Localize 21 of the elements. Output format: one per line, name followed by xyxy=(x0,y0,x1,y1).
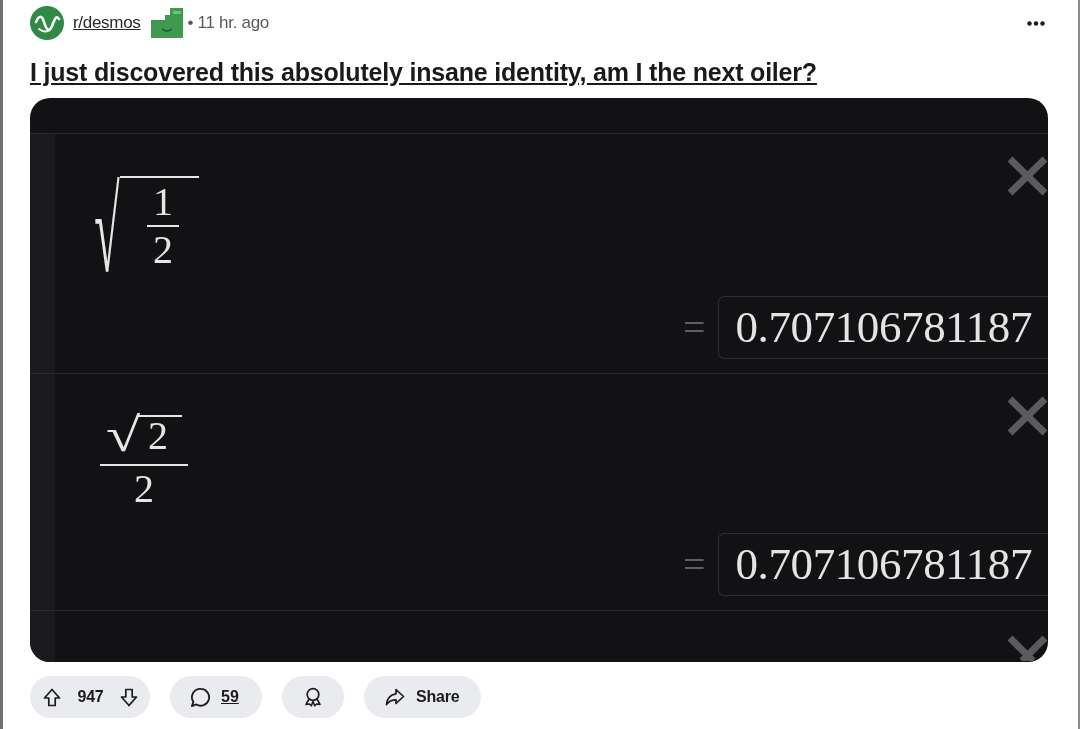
equals-sign: = xyxy=(682,544,706,585)
result-value: 0.707106781187 xyxy=(717,533,1048,596)
vote-score: 947 xyxy=(77,688,104,706)
downvote-icon[interactable] xyxy=(120,687,138,707)
community-link[interactable]: r/desmos xyxy=(73,13,141,33)
post-time: • 11 hr. ago xyxy=(187,13,269,33)
more-options-icon[interactable] xyxy=(1027,20,1045,26)
equals-sign: = xyxy=(682,307,706,348)
comments-button[interactable]: 59 xyxy=(170,676,262,718)
award-button[interactable] xyxy=(282,676,344,718)
share-icon xyxy=(385,688,405,706)
community-avatar-icon[interactable] xyxy=(30,6,64,40)
award-icon xyxy=(303,687,323,707)
close-icon[interactable] xyxy=(1005,635,1048,661)
upvote-icon[interactable] xyxy=(43,687,61,707)
comment-icon xyxy=(190,686,211,708)
post-title[interactable]: I just discovered this absolutely insane identity, am I the next oiler? xyxy=(30,58,1048,86)
result-value: 0.707106781187 xyxy=(717,296,1048,359)
math-expression[interactable]: √ 2 2 xyxy=(100,412,188,506)
pixel-flair-icon xyxy=(150,8,183,38)
share-button[interactable]: Share xyxy=(364,676,481,718)
